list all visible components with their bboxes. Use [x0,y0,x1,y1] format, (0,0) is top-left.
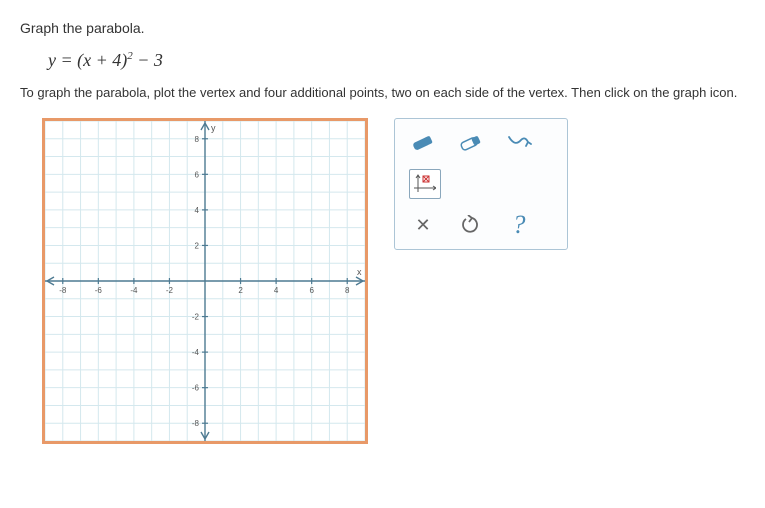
question-title: Graph the parabola. [20,20,745,36]
equation: y = (x + 4)2 − 3 [48,50,745,71]
svg-text:8: 8 [345,286,350,295]
instructions: To graph the parabola, plot the vertex a… [20,85,745,100]
svg-text:2: 2 [195,241,200,250]
graph-frame: -8 -6 -4 -2 2 4 6 8 -8 -6 -4 -2 2 4 6 8 y x [42,118,368,444]
graph-button-icon[interactable] [409,169,441,199]
freehand-icon[interactable] [505,131,533,155]
eraser-fill-icon[interactable] [409,131,437,155]
svg-text:8: 8 [195,135,200,144]
eraser-outline-icon[interactable] [457,131,485,155]
tool-panel: ✕ ? [394,118,568,250]
svg-text:-4: -4 [192,348,200,357]
svg-text:-2: -2 [166,286,174,295]
svg-text:y: y [211,123,216,133]
svg-text:6: 6 [309,286,314,295]
clear-icon[interactable]: ✕ [409,213,437,237]
svg-text:6: 6 [195,170,200,179]
svg-text:-2: -2 [192,313,200,322]
svg-text:x: x [357,267,362,277]
svg-text:-8: -8 [192,419,200,428]
svg-text:-4: -4 [130,286,138,295]
svg-text:-8: -8 [59,286,67,295]
svg-text:-6: -6 [95,286,103,295]
help-icon[interactable]: ? [505,213,533,237]
svg-text:2: 2 [238,286,243,295]
svg-text:4: 4 [274,286,279,295]
undo-icon[interactable] [457,213,485,237]
graph-canvas[interactable]: -8 -6 -4 -2 2 4 6 8 -8 -6 -4 -2 2 4 6 8 y x [45,121,365,441]
svg-text:4: 4 [195,206,200,215]
svg-text:-6: -6 [192,384,200,393]
